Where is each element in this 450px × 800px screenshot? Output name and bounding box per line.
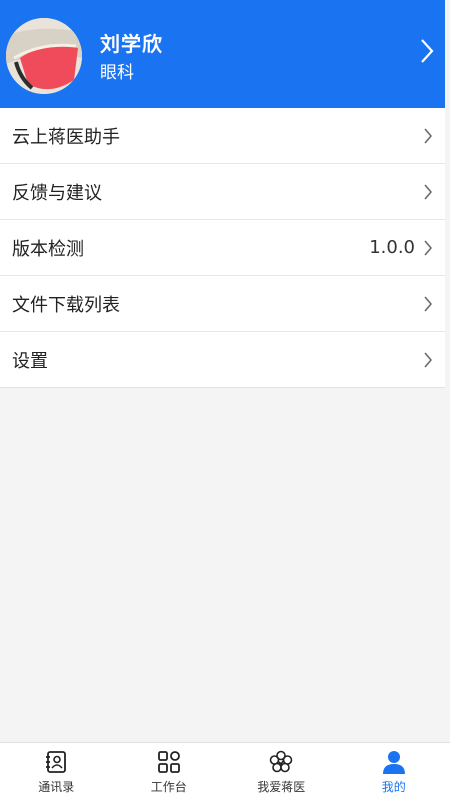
grid-icon bbox=[157, 751, 180, 773]
chevron-right-icon[interactable] bbox=[417, 36, 437, 66]
person-icon bbox=[382, 751, 405, 774]
chevron-right-icon bbox=[424, 128, 432, 143]
chevron-right-icon bbox=[424, 352, 432, 367]
settings-menu: 云上蒋医助手 反馈与建议 版本检测 1.0.0 文件下载列表 设置 bbox=[0, 108, 445, 388]
menu-item-label: 设置 bbox=[12, 350, 48, 372]
user-department: 眼科 bbox=[100, 63, 134, 83]
tab-label: 我的 bbox=[381, 780, 406, 794]
profile-header[interactable]: 刘学欣 眼科 bbox=[0, 0, 445, 108]
profile-page: 刘学欣 眼科 云上蒋医助手 反馈与建议 版本检测 1.0.0 文件下载列表 设置… bbox=[0, 0, 450, 800]
chevron-right-icon bbox=[424, 184, 432, 199]
menu-item-label: 云上蒋医助手 bbox=[12, 126, 120, 148]
tab-contacts[interactable]: 通讯录 bbox=[0, 743, 113, 800]
avatar-image bbox=[6, 18, 82, 94]
menu-item-label: 反馈与建议 bbox=[12, 182, 102, 204]
chevron-right-icon bbox=[424, 240, 432, 255]
bottom-tab-bar: 通讯录 工作台 我爱蒋医 我的 bbox=[0, 742, 450, 800]
menu-item-assistant[interactable]: 云上蒋医助手 bbox=[0, 108, 445, 164]
version-number: 1.0.0 bbox=[369, 237, 415, 258]
tab-label: 我爱蒋医 bbox=[257, 780, 306, 794]
tab-label: 工作台 bbox=[150, 780, 187, 794]
menu-item-feedback[interactable]: 反馈与建议 bbox=[0, 164, 445, 220]
tab-label: 通讯录 bbox=[38, 780, 75, 794]
user-name: 刘学欣 bbox=[100, 32, 163, 56]
tab-mine[interactable]: 我的 bbox=[338, 743, 450, 800]
avatar[interactable] bbox=[6, 18, 82, 94]
contacts-icon bbox=[46, 751, 67, 773]
flower-logo-icon bbox=[269, 750, 293, 773]
menu-item-label: 文件下载列表 bbox=[12, 294, 120, 316]
menu-item-version-check[interactable]: 版本检测 1.0.0 bbox=[0, 220, 445, 276]
chevron-right-icon bbox=[424, 296, 432, 311]
menu-item-settings[interactable]: 设置 bbox=[0, 332, 445, 387]
menu-item-downloads[interactable]: 文件下载列表 bbox=[0, 276, 445, 332]
menu-item-label: 版本检测 bbox=[12, 238, 84, 260]
tab-love-jiangyi[interactable]: 我爱蒋医 bbox=[225, 743, 338, 800]
tab-workbench[interactable]: 工作台 bbox=[113, 743, 226, 800]
